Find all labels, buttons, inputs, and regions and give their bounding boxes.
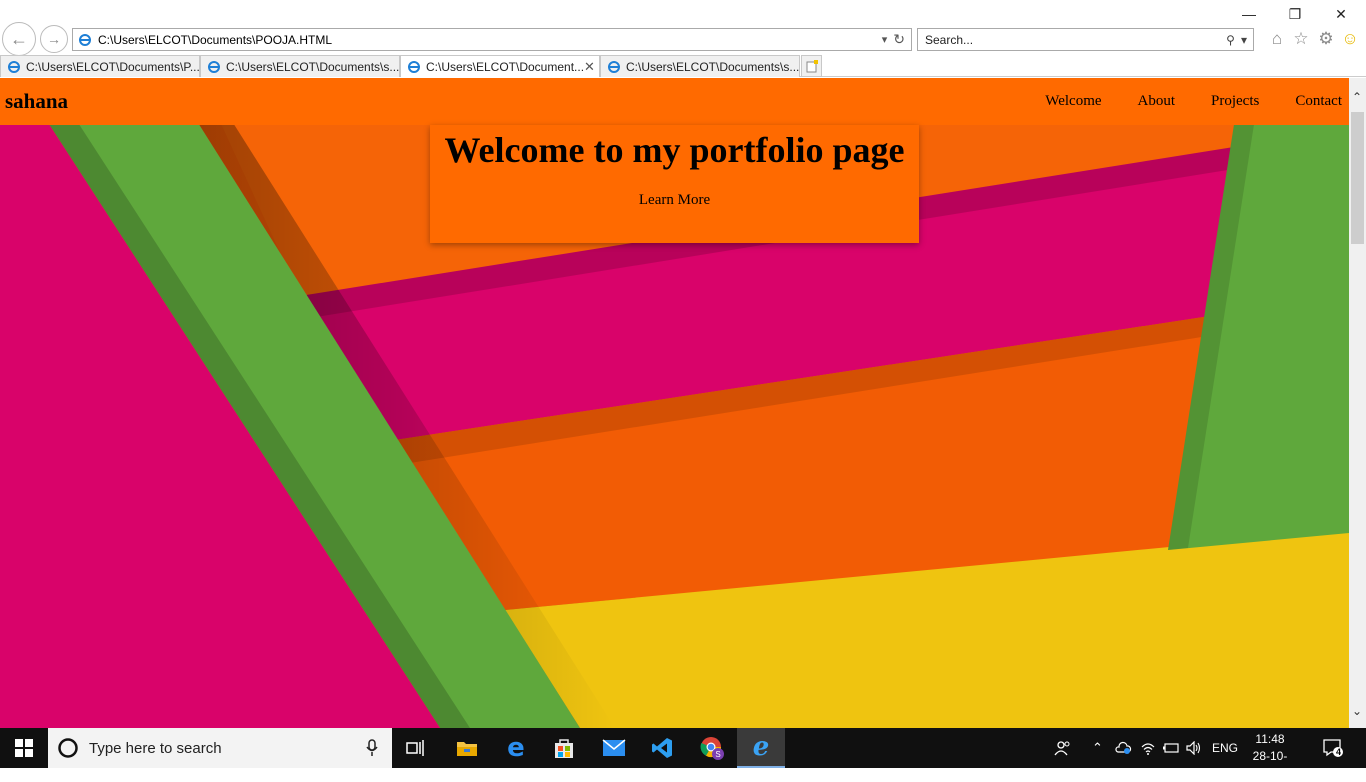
favorites-star-icon[interactable]: ☆	[1292, 30, 1310, 48]
start-button[interactable]	[0, 728, 48, 768]
page-viewport: sahana Welcome About Projects Contact We…	[0, 78, 1349, 728]
scroll-down-icon[interactable]: ⌄	[1352, 704, 1362, 718]
taskbar-search-placeholder[interactable]: Type here to search	[89, 740, 366, 757]
minimize-button[interactable]: —	[1226, 3, 1272, 25]
scroll-thumb[interactable]	[1351, 112, 1364, 244]
address-bar[interactable]: C:\Users\ELCOT\Documents\POOJA.HTML ▾ ↻	[72, 28, 912, 51]
chrome-button[interactable]: S	[688, 728, 736, 768]
address-text[interactable]: C:\Users\ELCOT\Documents\POOJA.HTML	[98, 33, 882, 47]
volume-icon[interactable]	[1186, 728, 1202, 768]
vscode-icon	[652, 738, 672, 758]
ie-page-icon	[79, 33, 91, 46]
nav-link-projects[interactable]: Projects	[1211, 93, 1259, 110]
smiley-feedback-icon[interactable]: ☺	[1341, 30, 1359, 48]
tab-label: C:\Users\ELCOT\Documents\P...	[26, 59, 200, 74]
clock-time: 11:48	[1255, 732, 1285, 746]
cortana-circle-icon	[58, 738, 78, 758]
ie-page-icon	[208, 60, 220, 73]
onedrive-sync-icon[interactable]	[1114, 728, 1132, 768]
browser-tab[interactable]: C:\Users\ELCOT\Documents\s...	[200, 55, 400, 77]
notification-count: 4	[1336, 747, 1342, 757]
site-navbar: sahana Welcome About Projects Contact	[0, 78, 1349, 125]
forward-button[interactable]: →	[40, 25, 68, 53]
store-bag-icon	[555, 739, 573, 758]
back-arrow-icon: ←	[10, 28, 28, 49]
show-hidden-icons-chevron-icon[interactable]: ⌃	[1092, 728, 1103, 768]
search-dropdown-icon[interactable]: ▾	[1241, 33, 1247, 47]
microphone-icon[interactable]	[366, 739, 378, 757]
forward-arrow-icon: →	[47, 31, 61, 47]
search-placeholder[interactable]: Search...	[925, 33, 1226, 47]
windows-logo-icon	[15, 739, 33, 757]
hero-box: Welcome to my portfolio page Learn More	[430, 125, 919, 243]
home-icon[interactable]: ⌂	[1268, 30, 1286, 48]
tab-label: C:\Users\ELCOT\Document...	[426, 59, 585, 74]
scroll-up-icon[interactable]: ⌃	[1352, 90, 1362, 104]
task-view-button[interactable]	[392, 728, 440, 768]
hero-title: Welcome to my portfolio page	[444, 130, 905, 170]
folder-icon	[457, 742, 477, 756]
file-explorer-button[interactable]	[443, 728, 491, 768]
tab-label: C:\Users\ELCOT\Documents\s...	[226, 59, 400, 74]
search-box[interactable]: Search... ⚲ ▾	[917, 28, 1254, 51]
address-dropdown-icon[interactable]: ▾	[882, 33, 888, 46]
language-indicator[interactable]: ENG	[1212, 728, 1238, 768]
clock-date: 28-10-2023	[1252, 749, 1288, 780]
close-window-button[interactable]: ✕	[1318, 3, 1364, 25]
browser-tab[interactable]: C:\Users\ELCOT\Documents\P...	[0, 55, 200, 77]
back-button[interactable]: ←	[2, 22, 36, 56]
browser-chrome: — ❐ ✕ ← → C:\Users\ELCOT\Documents\POOJA…	[0, 0, 1366, 78]
chrome-icon: S	[700, 737, 724, 760]
site-logo[interactable]: sahana	[5, 89, 68, 114]
tab-label: C:\Users\ELCOT\Documents\s...	[626, 59, 800, 74]
action-center-button[interactable]: 4	[1322, 728, 1344, 768]
new-tab-icon	[806, 59, 818, 72]
browser-tab[interactable]: C:\Users\ELCOT\Documents\s...	[600, 55, 800, 77]
people-icon[interactable]	[1054, 728, 1072, 768]
mail-envelope-icon	[602, 739, 626, 756]
settings-gear-icon[interactable]: ⚙	[1317, 30, 1335, 48]
ie-page-icon	[408, 60, 420, 73]
svg-text:S: S	[715, 750, 720, 759]
nav-links: Welcome About Projects Contact	[1009, 93, 1342, 110]
ie-page-icon	[8, 60, 20, 73]
tab-strip: C:\Users\ELCOT\Documents\P... C:\Users\E…	[0, 55, 1366, 77]
windows-taskbar: Type here to search e S e ⌃ ENG 11:48 28…	[0, 728, 1366, 780]
taskbar-search-box[interactable]: Type here to search	[48, 728, 392, 768]
edge-button[interactable]: e	[492, 728, 540, 768]
ie-logo-icon: e	[752, 732, 770, 762]
search-icon[interactable]: ⚲	[1226, 33, 1235, 47]
edge-logo-icon: e	[507, 733, 525, 763]
browser-tab-active[interactable]: C:\Users\ELCOT\Document... ✕	[400, 55, 600, 77]
wifi-icon[interactable]	[1140, 728, 1156, 768]
system-clock[interactable]: 11:48 28-10-2023	[1240, 731, 1300, 782]
learn-more-button[interactable]: Learn More	[639, 192, 710, 209]
vertical-scrollbar[interactable]: ⌃ ⌄	[1349, 78, 1366, 728]
internet-explorer-button[interactable]: e	[737, 728, 785, 768]
mail-button[interactable]	[590, 728, 638, 768]
restore-button[interactable]: ❐	[1272, 3, 1318, 25]
task-view-icon	[406, 740, 424, 756]
microsoft-store-button[interactable]	[540, 728, 588, 768]
vscode-button[interactable]	[638, 728, 686, 768]
nav-link-about[interactable]: About	[1138, 93, 1176, 110]
ie-page-icon	[608, 60, 620, 73]
battery-icon[interactable]	[1162, 728, 1180, 768]
new-tab-button[interactable]	[801, 55, 822, 77]
close-tab-icon[interactable]: ✕	[584, 59, 595, 75]
refresh-icon[interactable]: ↻	[893, 31, 905, 48]
nav-link-contact[interactable]: Contact	[1295, 93, 1342, 110]
nav-link-welcome[interactable]: Welcome	[1045, 93, 1101, 110]
